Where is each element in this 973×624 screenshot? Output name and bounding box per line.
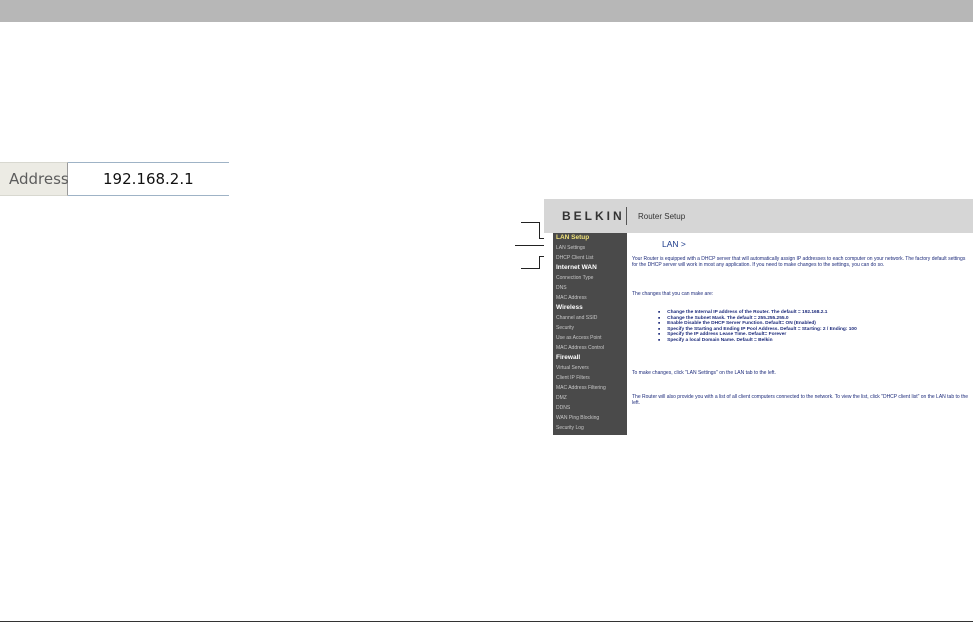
list-item: Specify a local Domain Name. Default = B…	[658, 338, 857, 344]
client-list-note: The Router will also provide you with a …	[632, 394, 969, 407]
nav-item-6[interactable]: MAC Address	[553, 293, 627, 303]
nav-item-5[interactable]: DNS	[553, 283, 627, 293]
bottom-rule	[0, 621, 973, 622]
changes-list: Change the Internal IP address of the Ro…	[658, 310, 857, 344]
nav-item-14[interactable]: Client IP Filters	[553, 373, 627, 383]
callout-line-dhcp-client	[521, 268, 540, 269]
router-main-content: LAN > Your Router is equipped with a DHC…	[628, 233, 973, 435]
nav-item-11[interactable]: MAC Address Control	[553, 343, 627, 353]
router-setup-title: Router Setup	[638, 212, 686, 221]
nav-item-19[interactable]: Security Log	[553, 423, 627, 433]
intro-paragraph: Your Router is equipped with a DHCP serv…	[632, 256, 966, 269]
nav-section-3[interactable]: Internet WAN	[553, 263, 627, 273]
callout-line-dhcp-client-v	[539, 256, 540, 269]
make-changes-note: To make changes, click "LAN Settings" on…	[632, 370, 776, 376]
nav-item-16[interactable]: DMZ	[553, 393, 627, 403]
nav-item-1[interactable]: LAN Settings	[553, 243, 627, 253]
address-input[interactable]: 192.168.2.1	[68, 162, 229, 196]
browser-address-bar: Address 192.168.2.1	[0, 162, 229, 196]
list-item: Change the Internal IP address of the Ro…	[658, 310, 857, 316]
nav-item-8[interactable]: Channel and SSID	[553, 313, 627, 323]
changes-heading: The changes that you can make are:	[632, 291, 714, 297]
nav-item-13[interactable]: Virtual Servers	[553, 363, 627, 373]
router-sidebar-nav: LAN Setup LAN Settings DHCP Client List Int…	[553, 233, 627, 435]
nav-item-2[interactable]: DHCP Client List	[553, 253, 627, 263]
callout-line-lan-setup-v	[539, 222, 540, 239]
nav-item-10[interactable]: Use as Access Point	[553, 333, 627, 343]
nav-item-18[interactable]: WAN Ping Blocking	[553, 413, 627, 423]
router-setup-page: BELKIN Router Setup LAN Setup LAN Setting…	[544, 199, 973, 435]
nav-item-17[interactable]: DDNS	[553, 403, 627, 413]
router-header: BELKIN Router Setup	[544, 199, 973, 233]
nav-item-4[interactable]: Connection Type	[553, 273, 627, 283]
nav-item-9[interactable]: Security	[553, 323, 627, 333]
page-title: LAN >	[662, 239, 686, 249]
nav-section-7[interactable]: Wireless	[553, 303, 627, 313]
callout-line-lan-setup	[521, 222, 540, 223]
nav-item-15[interactable]: MAC Address Filtering	[553, 383, 627, 393]
address-label: Address	[0, 162, 69, 196]
belkin-logo: BELKIN	[562, 209, 625, 223]
nav-section-0[interactable]: LAN Setup	[553, 233, 627, 243]
nav-section-12[interactable]: Firewall	[553, 353, 627, 363]
header-divider	[626, 207, 627, 225]
top-gray-bar	[0, 0, 973, 22]
